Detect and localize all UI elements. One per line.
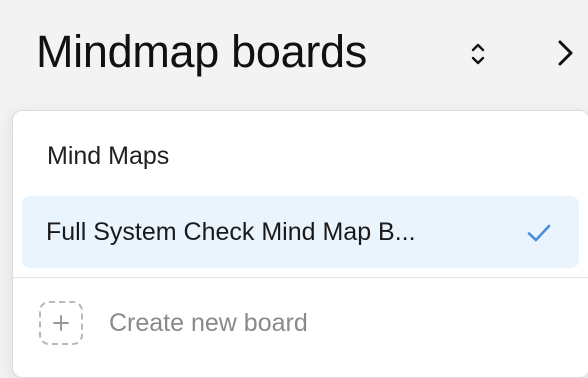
board-item-full-system-check[interactable]: Full System Check Mind Map B... bbox=[22, 196, 579, 268]
chevron-up-down-icon bbox=[471, 43, 485, 65]
menu-divider bbox=[13, 277, 588, 278]
page-title[interactable]: Mindmap boards bbox=[36, 24, 367, 80]
board-item-label: Full System Check Mind Map B... bbox=[46, 218, 416, 246]
next-button[interactable] bbox=[548, 34, 582, 72]
create-new-board-button[interactable]: Create new board bbox=[31, 293, 571, 353]
chevron-right-icon bbox=[558, 40, 573, 66]
create-new-board-label: Create new board bbox=[109, 309, 308, 337]
board-dropdown-menu: Mind Maps Full System Check Mind Map B..… bbox=[12, 110, 588, 378]
plus-icon bbox=[39, 301, 83, 345]
section-label-mind-maps: Mind Maps bbox=[47, 142, 170, 170]
board-selector-toggle[interactable] bbox=[462, 38, 494, 70]
check-icon bbox=[527, 224, 551, 242]
board-switcher-header: Mindmap boards bbox=[0, 0, 588, 104]
